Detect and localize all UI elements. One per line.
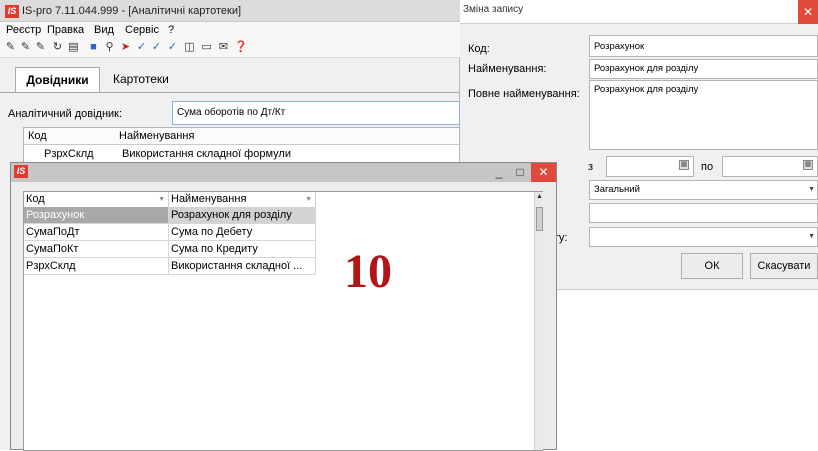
toolbar: ✎ ✎ ✎ ↻ ▤ ■ ⚲ ➤ ✓ ✓ ✓ ◫ ▭ ✉ ❓	[0, 38, 460, 58]
help-icon[interactable]: ❓	[234, 41, 248, 54]
row-code[interactable]: СумаПоДт	[24, 224, 169, 241]
name-label: Найменування:	[468, 63, 547, 75]
popup-title-bar: IS _ □ ✕	[11, 163, 556, 182]
name-field[interactable]: Розрахунок для розділу	[589, 59, 818, 79]
menu-view[interactable]: Вид	[94, 24, 114, 36]
row-code[interactable]: РзрхСклд	[24, 258, 169, 275]
full-name-field[interactable]: Розрахунок для розділу	[589, 80, 818, 150]
column-header-code[interactable]: Код	[28, 130, 47, 142]
menu-help[interactable]: ?	[168, 24, 174, 36]
window-title: IS-pro 7.11.044.999 - [Аналітичні картот…	[22, 5, 242, 17]
cancel-button[interactable]: Скасувати	[750, 253, 818, 279]
column-header-name[interactable]: Найменування	[119, 130, 194, 142]
columns-icon[interactable]: ◫	[184, 41, 195, 54]
menu-edit[interactable]: Правка	[47, 24, 84, 36]
sort-arrow-icon[interactable]: ▼	[158, 192, 165, 207]
calendar-icon[interactable]: ▦	[803, 160, 813, 170]
dialog-title-bar: Зміна запису ✕	[460, 0, 818, 24]
menu-bar: Реєстр Правка Вид Сервіс ?	[0, 22, 460, 38]
calendar-icon[interactable]: ▦	[679, 160, 689, 170]
column-header-code[interactable]: Код ▼	[24, 192, 169, 207]
search-icon[interactable]: ⚲	[104, 41, 115, 54]
menu-service[interactable]: Сервіс	[125, 24, 159, 36]
tab-bar: Довідники Картотеки	[0, 67, 460, 93]
column-header-code-label: Код	[26, 193, 45, 205]
table-row[interactable]: РзрхСклд Використання складної ...	[24, 258, 316, 275]
mail-icon[interactable]: ✉	[218, 41, 229, 54]
extra-field[interactable]	[589, 203, 818, 223]
from-date-field[interactable]: ▦	[606, 156, 694, 177]
row-name[interactable]: Розрахунок для розділу	[169, 207, 316, 224]
table-row[interactable]: Розрахунок Розрахунок для розділу	[24, 207, 316, 224]
app-logo-icon: IS	[5, 5, 19, 18]
chevron-down-icon[interactable]: ▼	[808, 186, 815, 193]
table-row[interactable]: СумаПоДт Сума по Дебету	[24, 224, 316, 241]
refresh-icon[interactable]: ↻	[52, 41, 63, 54]
analytic-directory-field[interactable]: Сума оборотів по Дт/Кт	[172, 101, 460, 125]
document-icon[interactable]: ▭	[201, 41, 212, 54]
lookup-grid: Код ▼ Найменування ▼ Розрахунок Розрахун…	[23, 191, 543, 451]
tab-divider	[0, 92, 460, 93]
close-icon: ✕	[802, 5, 814, 19]
dialog-close-button[interactable]: ✕	[798, 0, 818, 24]
check-partial-icon[interactable]: ✓	[167, 41, 178, 54]
row-code[interactable]: СумаПоКт	[24, 241, 169, 258]
scroll-thumb[interactable]	[536, 207, 543, 231]
type-select[interactable]: Загальний ▼	[589, 180, 818, 200]
popup-close-button[interactable]: ✕	[531, 163, 556, 182]
copy-icon[interactable]: ✎	[20, 41, 31, 54]
main-table: Код Найменування РзрхСклд Використання с…	[23, 127, 460, 165]
new-icon[interactable]: ✎	[5, 41, 16, 54]
analytic-directory-label: Аналітичний довідник:	[8, 108, 123, 120]
type-select-value: Загальний	[594, 184, 640, 195]
tab-card-files[interactable]: Картотеки	[103, 67, 193, 93]
code-label: Код:	[468, 43, 490, 55]
main-table-header: Код Найменування	[24, 128, 459, 145]
table-cell-name[interactable]: Використання складної формули	[122, 148, 291, 160]
column-header-name[interactable]: Найменування ▼	[169, 192, 316, 207]
table-cell-code[interactable]: РзрхСклд	[44, 148, 94, 160]
step-number: 10	[344, 245, 392, 298]
code-field[interactable]: Розрахунок	[589, 35, 818, 57]
app-logo-icon: IS	[14, 165, 28, 178]
book-icon[interactable]: ■	[88, 41, 99, 54]
from-label: з	[588, 161, 594, 173]
full-name-label: Повне найменування:	[468, 88, 580, 100]
dialog-title: Зміна запису	[463, 4, 524, 15]
lookup-popup: IS _ □ ✕ Код ▼ Найменування ▼ Розрахунок…	[10, 162, 557, 451]
menu-registry[interactable]: Реєстр	[6, 24, 41, 36]
print-icon[interactable]: ▤	[68, 41, 79, 54]
row-name[interactable]: Використання складної ...	[169, 258, 316, 275]
vertical-scrollbar[interactable]: ▲	[534, 192, 543, 450]
minimize-button[interactable]: _	[489, 163, 509, 182]
table-row[interactable]: СумаПоКт Сума по Кредиту	[24, 241, 316, 258]
sort-arrow-icon[interactable]: ▼	[305, 192, 312, 207]
to-label: по	[701, 161, 714, 173]
ok-button[interactable]: ОК	[681, 253, 743, 279]
arrow-icon[interactable]: ➤	[120, 41, 131, 54]
to-date-field[interactable]: ▦	[722, 156, 818, 177]
row-name[interactable]: Сума по Дебету	[169, 224, 316, 241]
partial-select[interactable]: ▼	[589, 227, 818, 247]
new-child-icon[interactable]: ✎	[35, 41, 46, 54]
chevron-down-icon[interactable]: ▼	[808, 233, 815, 240]
scroll-up-icon[interactable]: ▲	[535, 192, 544, 202]
tab-directories[interactable]: Довідники	[15, 67, 100, 93]
maximize-button[interactable]: □	[510, 163, 530, 182]
column-header-name-label: Найменування	[171, 193, 247, 205]
double-check-icon[interactable]: ✓	[151, 41, 162, 54]
row-name[interactable]: Сума по Кредиту	[169, 241, 316, 258]
row-code[interactable]: Розрахунок	[24, 207, 169, 224]
main-title-bar: IS IS-pro 7.11.044.999 - [Аналітичні кар…	[0, 0, 460, 22]
check-icon[interactable]: ✓	[136, 41, 147, 54]
grid-header: Код ▼ Найменування ▼	[24, 192, 316, 207]
